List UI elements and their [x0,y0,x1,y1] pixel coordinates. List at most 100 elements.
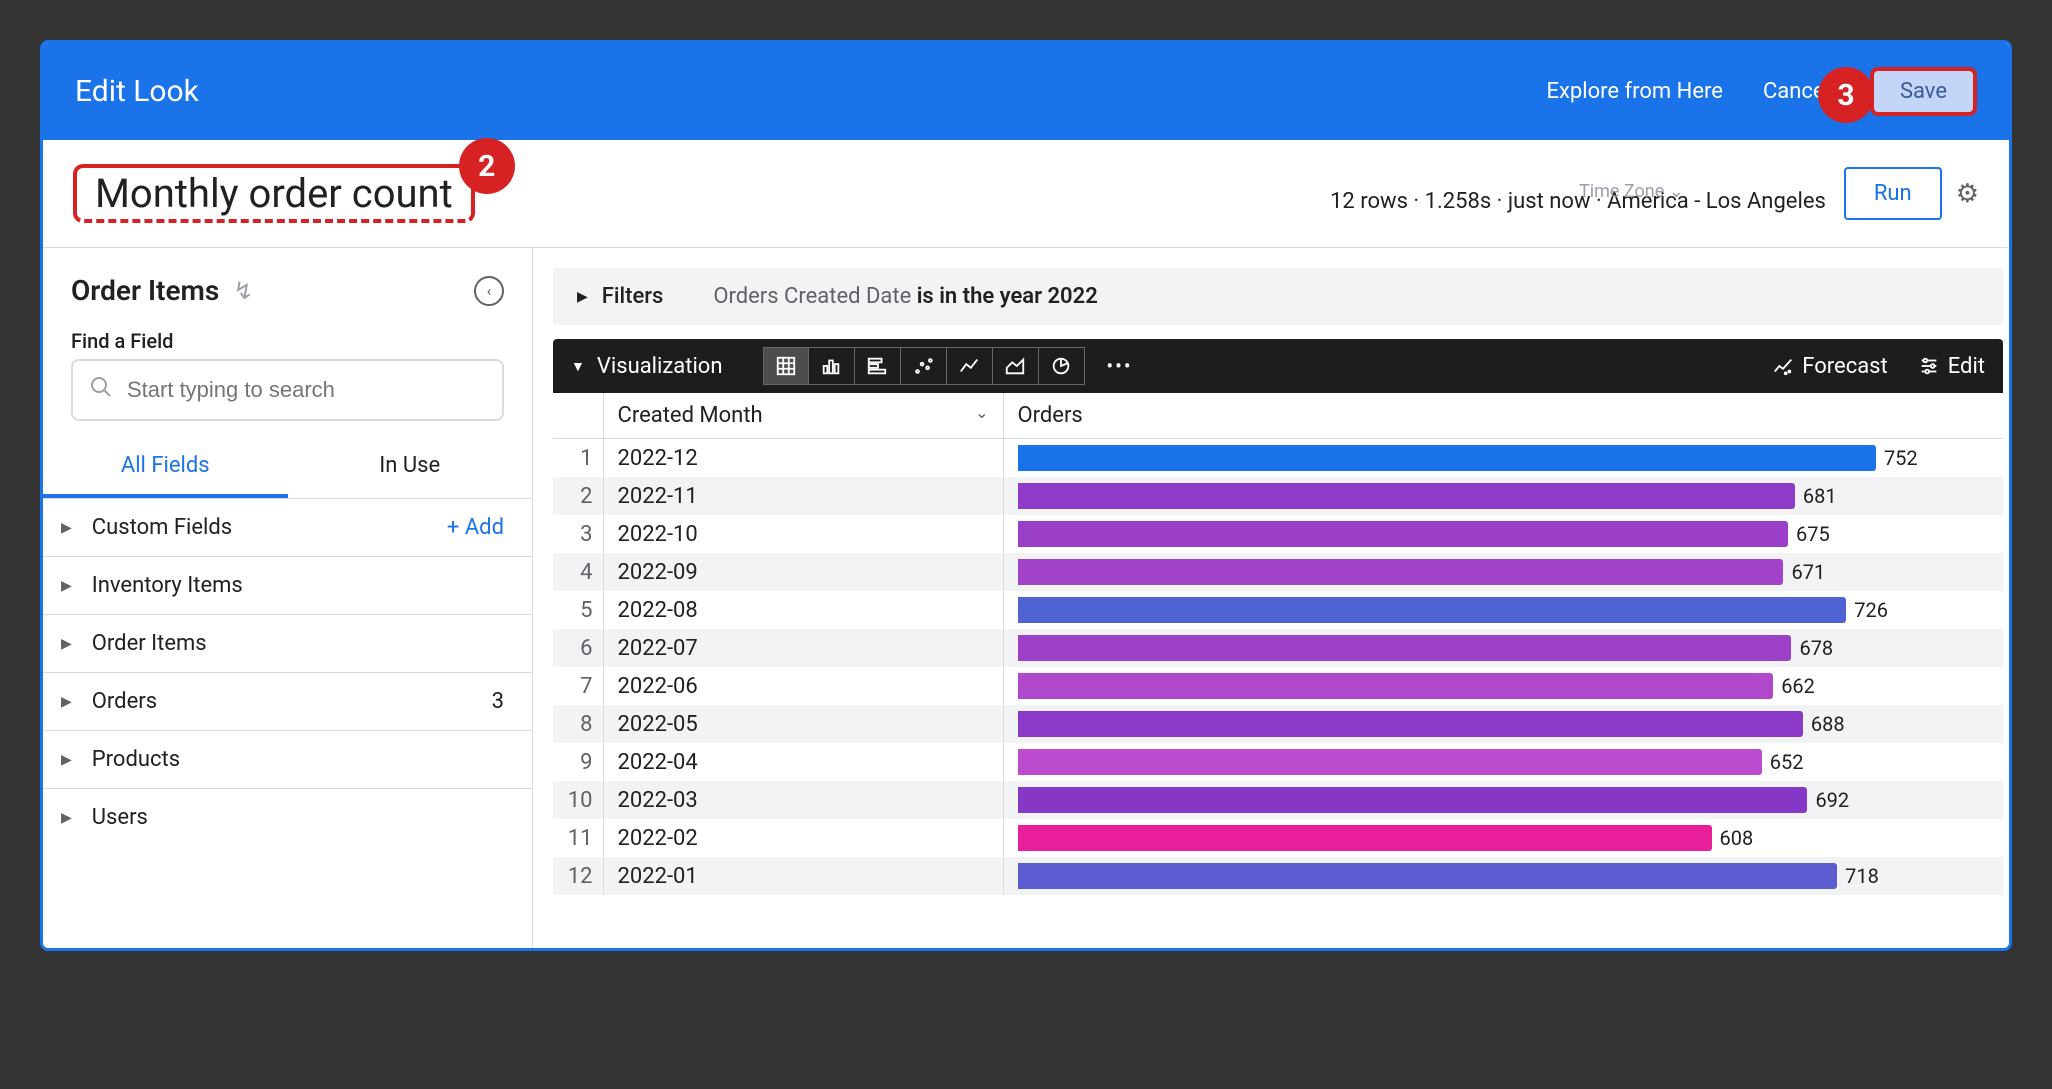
look-title-text: Monthly order count [95,170,453,217]
cell-orders: 692 [1003,781,2003,819]
filter-summary: Orders Created Date is in the year 2022 [713,284,1097,309]
table-row[interactable]: 6 2022-07 678 [553,629,2003,667]
cell-month: 2022-07 [603,629,1003,667]
field-group[interactable]: ▶ Custom Fields + Add [43,498,532,556]
group-count: 3 [492,689,504,714]
order-value: 681 [1803,484,1837,508]
forecast-button[interactable]: Forecast [1772,354,1887,379]
field-group[interactable]: ▶ Products [43,730,532,788]
page-title: Edit Look [75,74,199,109]
field-group[interactable]: ▶ Users [43,788,532,846]
save-button[interactable]: Save 3 [1870,67,1977,116]
row-number: 3 [553,515,603,553]
caret-right-icon: ▶ [577,289,588,305]
orders-header[interactable]: Orders [1003,393,2003,439]
order-value: 662 [1781,674,1815,698]
order-bar [1018,635,1792,661]
order-value: 692 [1815,788,1849,812]
table-row[interactable]: 7 2022-06 662 [553,667,2003,705]
table-row[interactable]: 8 2022-05 688 [553,705,2003,743]
explore-from-here-link[interactable]: Explore from Here [1546,79,1723,104]
query-status: 12 rows · 1.258s · just now · America - … [1330,189,1826,214]
group-label: Orders [92,689,157,714]
order-value: 652 [1770,750,1804,774]
find-field-label: Find a Field [43,317,532,359]
table-row[interactable]: 9 2022-04 652 [553,743,2003,781]
run-button[interactable]: Run [1844,167,1942,220]
table-row[interactable]: 1 2022-12 752 [553,439,2003,478]
row-number: 4 [553,553,603,591]
table-row[interactable]: 5 2022-08 726 [553,591,2003,629]
caret-right-icon: ▶ [61,752,72,768]
order-bar [1018,559,1784,585]
order-value: 675 [1796,522,1830,546]
viz-edit-button[interactable]: Edit [1918,354,1985,379]
pie-chart-icon[interactable] [1039,347,1085,385]
line-chart-icon[interactable] [947,347,993,385]
gear-icon[interactable]: ⚙ [1956,179,1979,209]
order-value: 752 [1884,446,1918,470]
row-number: 9 [553,743,603,781]
group-label: Users [92,805,148,830]
search-field-box[interactable] [71,359,504,421]
order-bar [1018,521,1789,547]
tab-all-fields[interactable]: All Fields [43,437,288,498]
order-value: 678 [1799,636,1833,660]
cell-orders: 752 [1003,439,2003,478]
filters-label: Filters [602,284,664,309]
tab-in-use[interactable]: In Use [288,437,533,498]
order-value: 718 [1845,864,1879,888]
scatter-chart-icon[interactable] [901,347,947,385]
caret-right-icon: ▶ [61,810,72,826]
bolt-icon[interactable]: ↯ [233,277,253,305]
column-chart-icon[interactable] [809,347,855,385]
table-chart-icon[interactable] [763,347,809,385]
filters-section[interactable]: ▶ Filters Orders Created Date is in the … [553,268,2003,325]
cell-orders: 681 [1003,477,2003,515]
cell-month: 2022-06 [603,667,1003,705]
created-month-header[interactable]: Created Month ⌄ [603,393,1003,439]
more-viz-icon[interactable]: ••• [1097,347,1143,385]
cell-month: 2022-02 [603,819,1003,857]
caret-right-icon: ▶ [61,636,72,652]
bar-chart-icon[interactable] [855,347,901,385]
cell-orders: 718 [1003,857,2003,895]
cell-month: 2022-01 [603,857,1003,895]
cell-orders: 608 [1003,819,2003,857]
area-chart-icon[interactable] [993,347,1039,385]
row-number: 5 [553,591,603,629]
cell-orders: 678 [1003,629,2003,667]
field-group[interactable]: ▶ Orders 3 [43,672,532,730]
row-number: 11 [553,819,603,857]
collapse-panel-button[interactable]: ‹ [474,276,504,306]
title-row: Monthly order count 2 Time Zone ⌄ 12 row… [43,140,2009,248]
group-label: Products [92,747,180,772]
table-row[interactable]: 3 2022-10 675 [553,515,2003,553]
table-row[interactable]: 12 2022-01 718 [553,857,2003,895]
cell-orders: 652 [1003,743,2003,781]
cell-month: 2022-03 [603,781,1003,819]
order-value: 671 [1791,560,1825,584]
viz-type-picker: ••• [763,347,1143,385]
cell-month: 2022-05 [603,705,1003,743]
cell-orders: 671 [1003,553,2003,591]
caret-right-icon: ▶ [61,578,72,594]
row-number-header [553,393,603,439]
cell-month: 2022-10 [603,515,1003,553]
visualization-label: Visualization [597,354,723,379]
search-input[interactable] [127,377,486,403]
timezone-dropdown[interactable]: Time Zone ⌄ [1579,181,1684,202]
caret-right-icon: ▶ [61,694,72,710]
table-row[interactable]: 4 2022-09 671 [553,553,2003,591]
field-group[interactable]: ▶ Inventory Items [43,556,532,614]
order-bar [1018,749,1762,775]
table-row[interactable]: 11 2022-02 608 [553,819,2003,857]
caret-down-icon: ▼ [571,358,585,375]
cell-orders: 662 [1003,667,2003,705]
look-title-input[interactable]: Monthly order count 2 [73,164,475,223]
table-row[interactable]: 2 2022-11 681 [553,477,2003,515]
add-field-button[interactable]: + Add [447,515,504,540]
table-row[interactable]: 10 2022-03 692 [553,781,2003,819]
chevron-down-icon: ⌄ [1669,181,1684,202]
field-group[interactable]: ▶ Order Items [43,614,532,672]
